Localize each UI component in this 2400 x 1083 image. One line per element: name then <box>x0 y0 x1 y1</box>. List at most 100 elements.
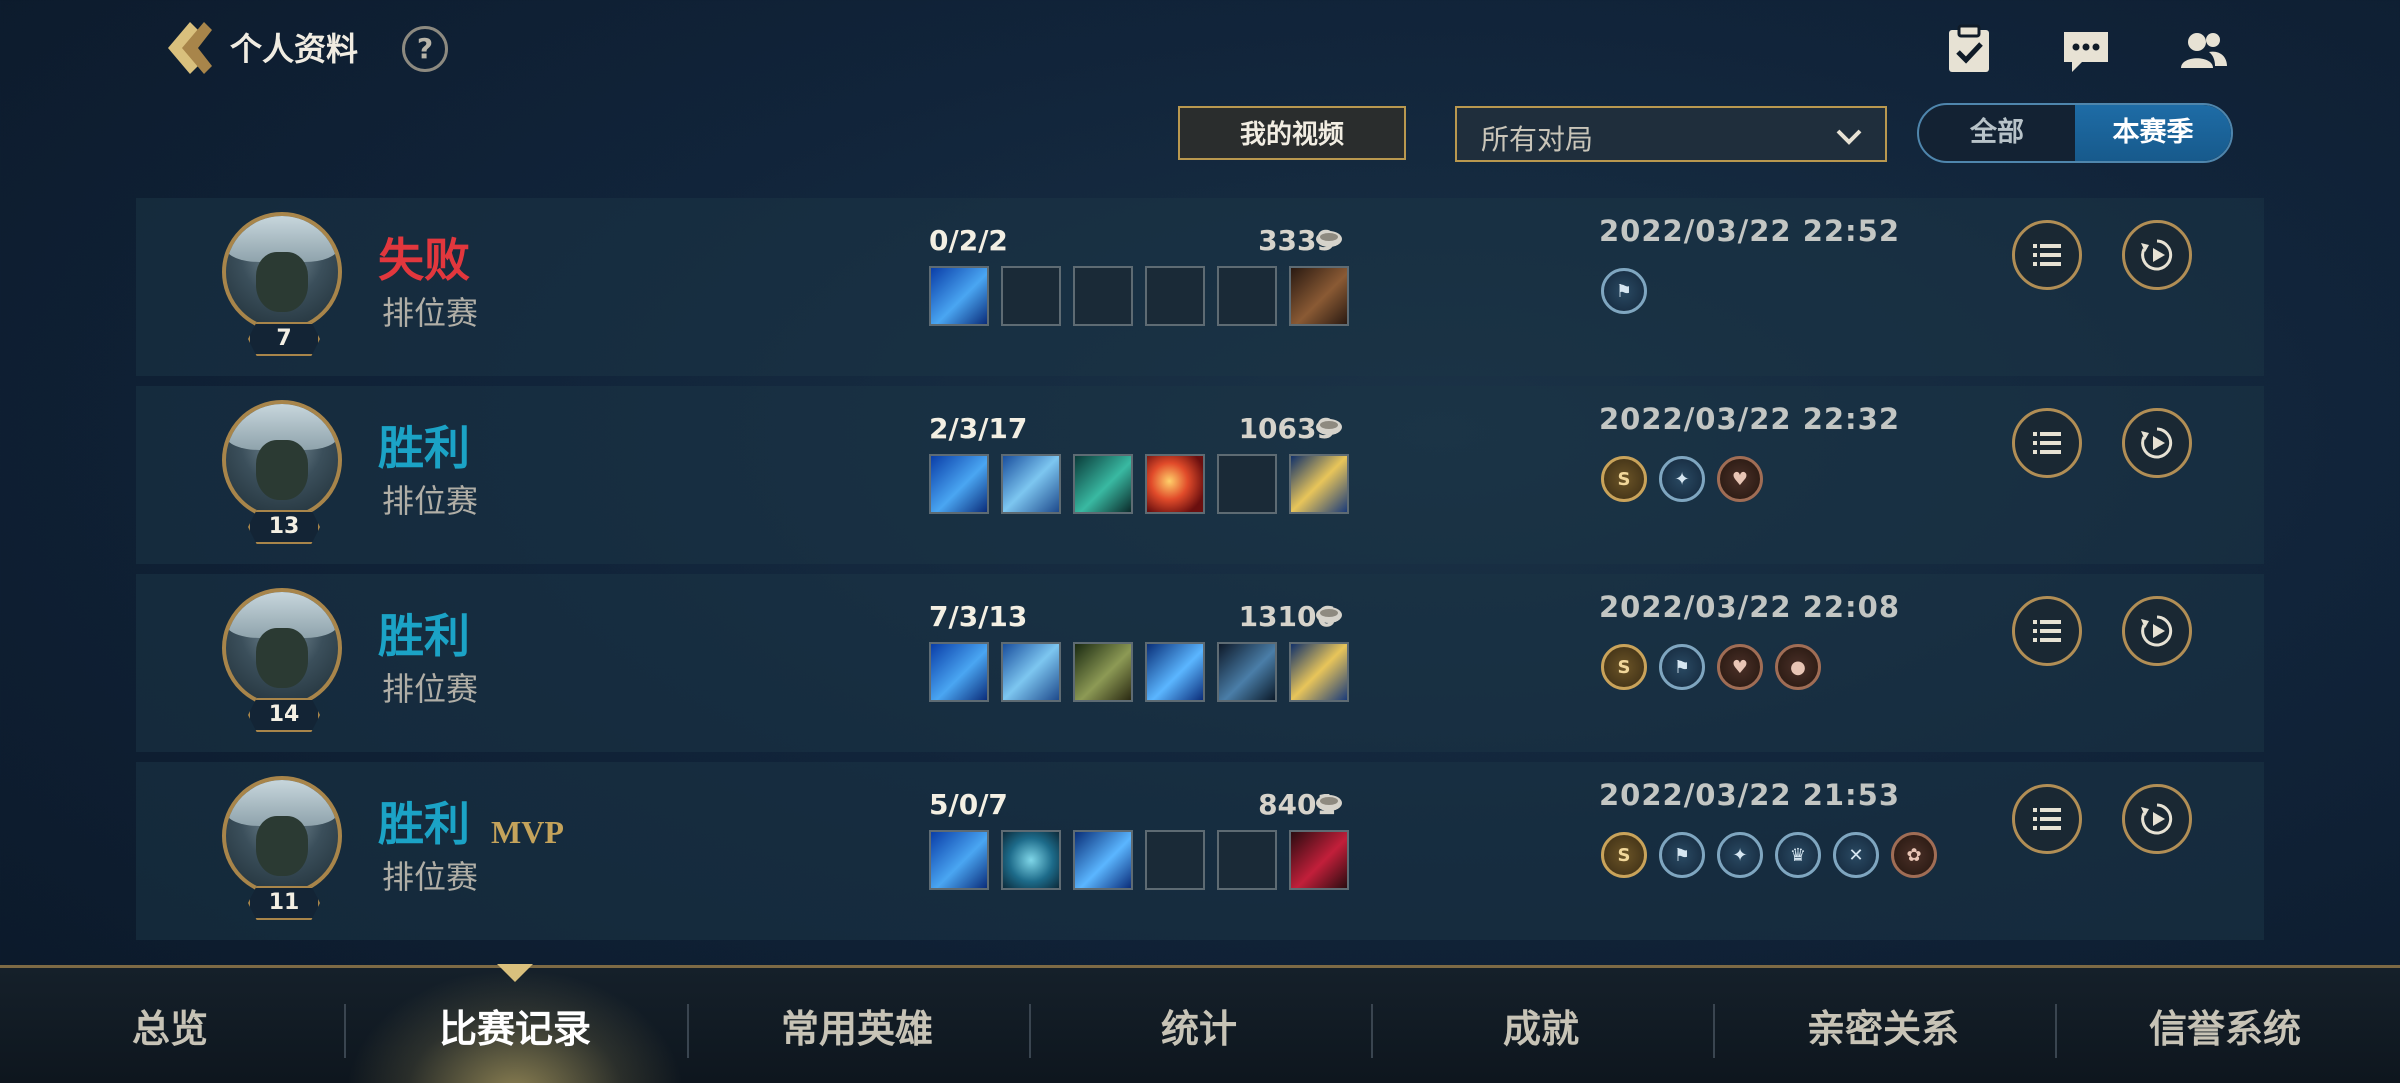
gold-s-badge-icon: S <box>1601 832 1647 878</box>
hero-level-badge: 7 <box>248 322 320 356</box>
bottom-navigation: 总览 比赛记录 常用英雄 统计 成就 亲密关系 信誉系统 <box>0 964 2400 1083</box>
item-slot <box>1001 642 1061 702</box>
mvp-label: MVP <box>491 814 564 850</box>
coin-badge-icon: ● <box>1775 644 1821 690</box>
replay-icon <box>2141 427 2173 459</box>
match-row[interactable]: 14 胜利 排位赛 7/3/13 13106 2022/03/22 22:08 … <box>136 574 2264 752</box>
hero-level-badge: 13 <box>248 510 320 544</box>
gold-s-badge-icon: S <box>1601 456 1647 502</box>
match-mode: 排位赛 <box>382 858 479 896</box>
tab-match-history[interactable]: 比赛记录 <box>345 998 685 1053</box>
match-filter-value: 所有对局 <box>1481 123 1594 156</box>
hero-avatar <box>222 776 342 896</box>
chat-icon[interactable] <box>2058 22 2114 78</box>
match-row[interactable]: 11 胜利 MVP 排位赛 5/0/7 8401 2022/03/22 21:5… <box>136 762 2264 940</box>
match-result: 胜利 <box>378 609 470 663</box>
checklist-icon[interactable] <box>1941 22 1997 78</box>
gold-amount: 10639 <box>1238 412 1336 445</box>
hero-avatar <box>222 588 342 708</box>
tab-intimate-relations[interactable]: 亲密关系 <box>1713 998 2053 1053</box>
match-filter-dropdown[interactable]: 所有对局 <box>1455 106 1887 162</box>
match-row[interactable]: 13 胜利 排位赛 2/3/17 10639 2022/03/22 22:32 … <box>136 386 2264 564</box>
item-slot <box>1145 454 1205 514</box>
tab-achievements[interactable]: 成就 <box>1371 998 1711 1053</box>
item-slot <box>929 454 989 514</box>
item-slot <box>1289 454 1349 514</box>
item-slot-empty <box>1073 266 1133 326</box>
item-slot <box>1073 454 1133 514</box>
hero-level-badge: 14 <box>248 698 320 732</box>
kda-stat: 2/3/17 <box>929 412 1028 445</box>
replay-icon <box>2141 803 2173 835</box>
match-details-button[interactable] <box>2012 408 2082 478</box>
match-mode: 排位赛 <box>382 482 479 520</box>
gold-coin-icon <box>1316 607 1342 623</box>
kda-stat: 7/3/13 <box>929 600 1028 633</box>
replay-button[interactable] <box>2122 596 2192 666</box>
tab-common-heroes[interactable]: 常用英雄 <box>687 998 1027 1053</box>
kda-stat: 0/2/2 <box>929 224 1008 257</box>
gold-amount: 3339 <box>1258 224 1336 257</box>
hero-avatar <box>222 400 342 520</box>
toggle-season[interactable]: 本赛季 <box>2075 105 2231 161</box>
help-icon[interactable]: ? <box>402 26 448 72</box>
gold-coin-icon <box>1316 231 1342 247</box>
sword-badge-icon: ✦ <box>1717 832 1763 878</box>
match-time: 2022/03/22 21:53 <box>1599 778 1901 812</box>
match-mode: 排位赛 <box>382 670 479 708</box>
item-slot <box>1073 830 1133 890</box>
match-mode: 排位赛 <box>382 294 479 332</box>
crown-badge-icon: ♛ <box>1775 832 1821 878</box>
hero-avatar <box>222 212 342 332</box>
tab-statistics[interactable]: 统计 <box>1029 998 1369 1053</box>
gold-coin-icon <box>1316 419 1342 435</box>
active-tab-caret-icon <box>497 964 533 982</box>
gold-s-badge-icon: S <box>1601 644 1647 690</box>
match-details-button[interactable] <box>2012 784 2082 854</box>
replay-icon <box>2141 615 2173 647</box>
item-slot <box>1289 266 1349 326</box>
sword-badge-icon: ✦ <box>1659 456 1705 502</box>
leaf-badge-icon: ✿ <box>1891 832 1937 878</box>
item-slot-empty <box>1145 830 1205 890</box>
chevron-down-icon <box>1836 129 1862 145</box>
match-time: 2022/03/22 22:32 <box>1599 402 1901 436</box>
match-result: 胜利 <box>378 797 470 851</box>
match-time: 2022/03/22 22:52 <box>1599 214 1901 248</box>
match-details-button[interactable] <box>2012 220 2082 290</box>
list-icon <box>2033 620 2061 642</box>
item-slot-empty <box>1217 830 1277 890</box>
item-slot-empty <box>1217 454 1277 514</box>
my-videos-button[interactable]: 我的视频 <box>1178 106 1406 160</box>
friends-icon[interactable] <box>2175 22 2231 78</box>
item-slot <box>929 266 989 326</box>
season-toggle[interactable]: 全部 本赛季 <box>1917 103 2233 163</box>
item-slot <box>1145 642 1205 702</box>
list-icon <box>2033 808 2061 830</box>
item-slot-empty <box>1001 266 1061 326</box>
replay-button[interactable] <box>2122 784 2192 854</box>
back-chevron-icon[interactable] <box>160 18 220 78</box>
page-title: 个人资料 <box>230 30 359 68</box>
match-details-button[interactable] <box>2012 596 2082 666</box>
gold-amount: 8401 <box>1258 788 1336 821</box>
heart-badge-icon: ♥ <box>1717 644 1763 690</box>
item-slot <box>1001 830 1061 890</box>
match-result: 胜利 <box>378 421 470 475</box>
top-bar: 个人资料 ? <box>0 0 2400 100</box>
item-slot <box>1217 642 1277 702</box>
item-slot <box>929 830 989 890</box>
flag-badge-icon: ⚑ <box>1659 832 1705 878</box>
match-row[interactable]: 7 失败 排位赛 0/2/2 3339 2022/03/22 22:52 ⚑ <box>136 198 2264 376</box>
replay-button[interactable] <box>2122 408 2192 478</box>
tab-honor-system[interactable]: 信誉系统 <box>2055 998 2395 1053</box>
item-slot <box>1289 642 1349 702</box>
toggle-all[interactable]: 全部 <box>1919 105 2075 161</box>
item-slot <box>929 642 989 702</box>
item-slot <box>1073 642 1133 702</box>
item-slot <box>1289 830 1349 890</box>
replay-button[interactable] <box>2122 220 2192 290</box>
tab-overview[interactable]: 总览 <box>0 998 340 1053</box>
hero-level-badge: 11 <box>248 886 320 920</box>
heart-badge-icon: ♥ <box>1717 456 1763 502</box>
